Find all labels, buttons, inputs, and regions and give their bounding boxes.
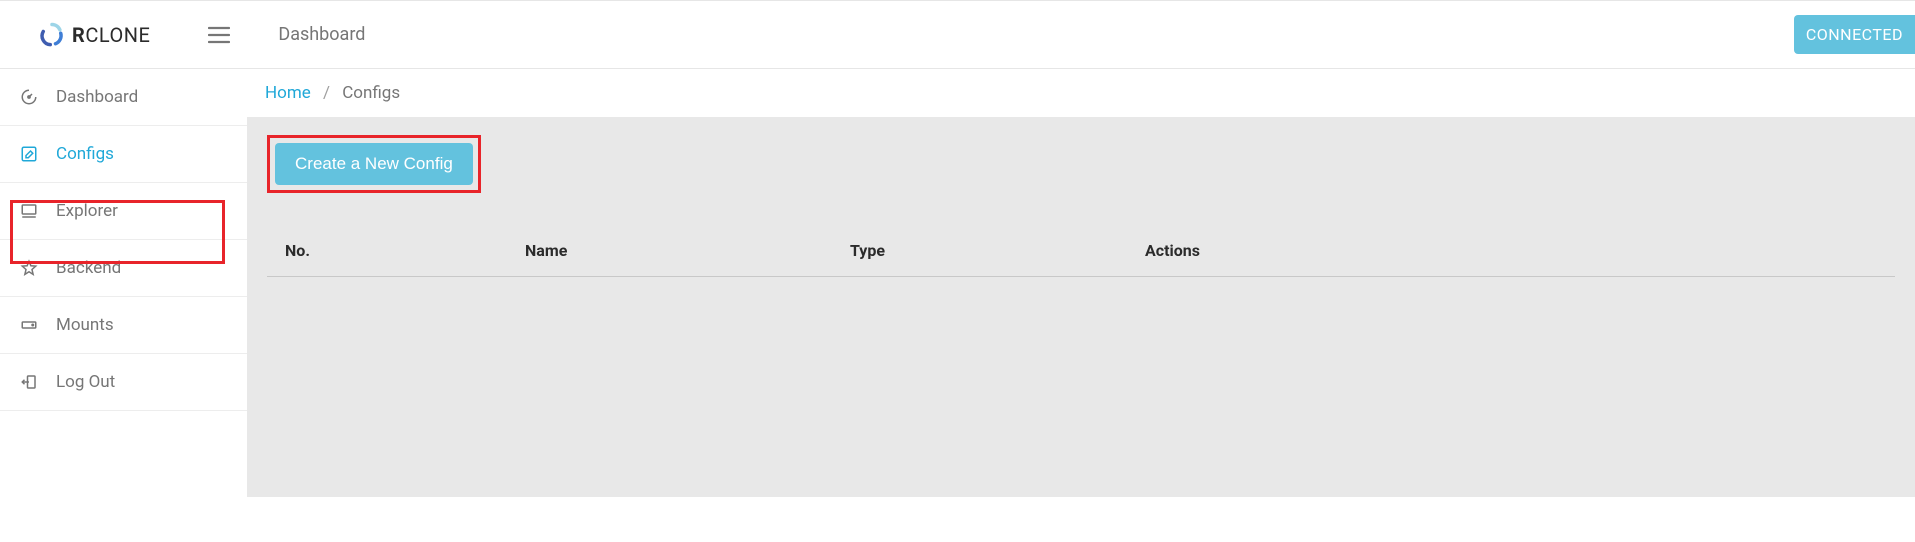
table-header-row: No. Name Type Actions: [267, 227, 1895, 277]
create-new-config-button[interactable]: Create a New Config: [275, 143, 473, 185]
breadcrumb-current: Configs: [342, 83, 400, 103]
sidebar-item-label: Explorer: [56, 201, 118, 221]
star-icon: [20, 259, 38, 277]
sidebar-item-label: Dashboard: [56, 87, 138, 107]
sidebar-item-label: Backend: [56, 258, 121, 278]
sidebar-item-backend[interactable]: Backend: [0, 240, 247, 297]
sidebar-item-logout[interactable]: Log Out: [0, 354, 247, 411]
rclone-logo-icon: [38, 21, 66, 49]
sidebar-item-label: Configs: [56, 144, 114, 164]
edit-icon: [20, 145, 38, 163]
breadcrumb-separator: /: [323, 83, 330, 103]
drive-icon: [20, 316, 38, 334]
breadcrumb: Home / Configs: [247, 69, 1915, 117]
gauge-icon: [20, 88, 38, 106]
monitor-icon: [20, 202, 38, 220]
sidebar: Dashboard Configs Explorer: [0, 69, 247, 497]
sidebar-item-dashboard[interactable]: Dashboard: [0, 69, 247, 126]
sidebar-item-label: Log Out: [56, 372, 115, 392]
app-logo[interactable]: RCLONE: [38, 21, 150, 49]
sidebar-item-configs[interactable]: Configs: [0, 126, 247, 183]
app-header: RCLONE Dashboard CONNECTED: [0, 1, 1915, 69]
column-header-type: Type: [850, 241, 1145, 260]
header-title: Dashboard: [278, 24, 365, 45]
main-content: Home / Configs Create a New Config No. N…: [247, 69, 1915, 497]
connection-status-badge: CONNECTED: [1794, 15, 1915, 54]
menu-toggle-button[interactable]: [208, 26, 230, 44]
app-logo-text: RCLONE: [72, 23, 150, 47]
breadcrumb-home-link[interactable]: Home: [265, 83, 311, 103]
sidebar-item-label: Mounts: [56, 315, 114, 335]
sidebar-item-mounts[interactable]: Mounts: [0, 297, 247, 354]
column-header-no: No.: [285, 241, 525, 260]
content-area: Create a New Config No. Name Type Action…: [247, 117, 1915, 497]
sidebar-item-explorer[interactable]: Explorer: [0, 183, 247, 240]
logout-icon: [20, 373, 38, 391]
column-header-actions: Actions: [1145, 241, 1877, 260]
configs-table: No. Name Type Actions: [267, 227, 1895, 277]
column-header-name: Name: [525, 241, 850, 260]
